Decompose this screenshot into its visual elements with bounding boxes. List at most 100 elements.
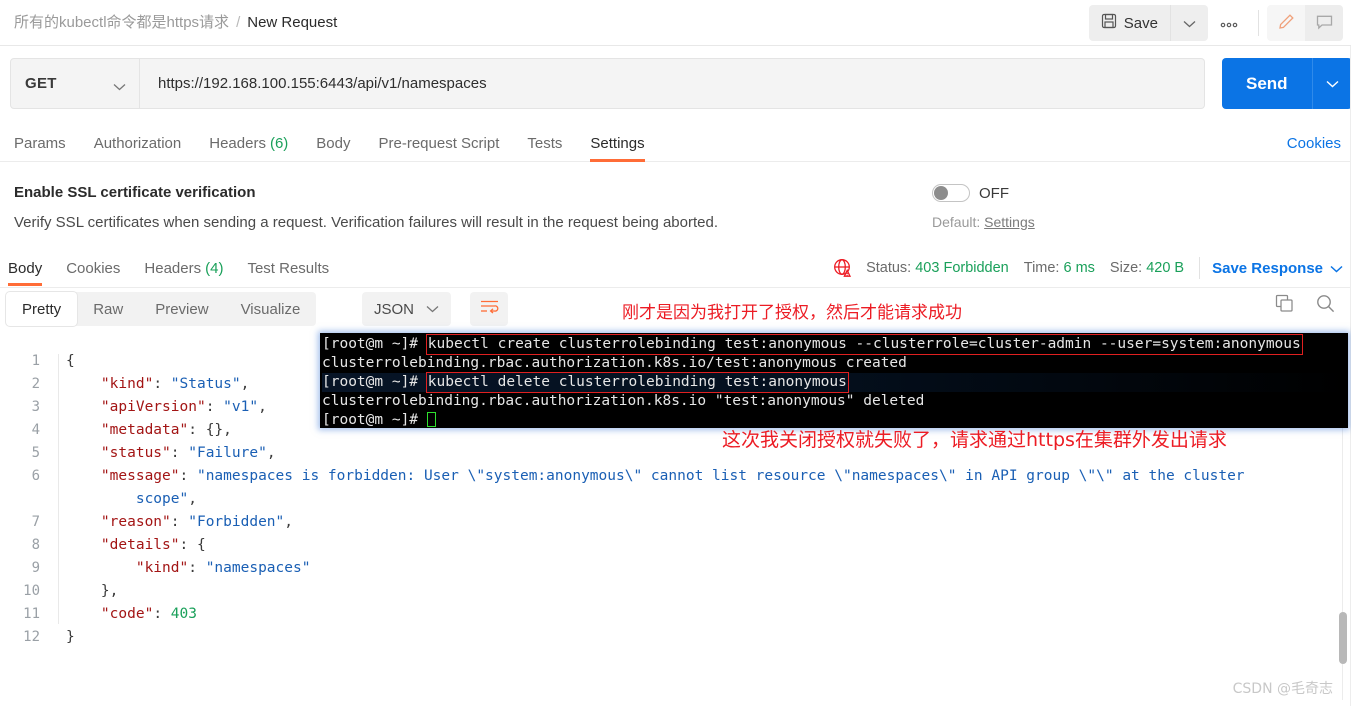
edit-request-button[interactable] bbox=[1267, 5, 1305, 41]
code-token: : bbox=[188, 422, 206, 438]
default-label: Default: bbox=[932, 214, 981, 230]
send-button[interactable]: Send bbox=[1222, 58, 1312, 109]
status-text: Status: 403 Forbidden bbox=[866, 260, 1009, 276]
terminal-line: clusterrolebinding.rbac.authorization.k8… bbox=[322, 392, 1348, 411]
code-token: "namespaces is forbidden: User \"system:… bbox=[196, 468, 1245, 484]
tab-pre-request-script[interactable]: Pre-request Script bbox=[365, 124, 514, 162]
save-response-button[interactable]: Save Response bbox=[1212, 260, 1343, 277]
code-token: : bbox=[170, 445, 189, 461]
response-tab-test-results[interactable]: Test Results bbox=[235, 248, 341, 288]
code-line: }, bbox=[66, 580, 1346, 603]
terminal-output: clusterrolebinding.rbac.authorization.k8… bbox=[322, 393, 925, 409]
tab-label: Settings bbox=[590, 134, 645, 152]
chevron-down-icon bbox=[1183, 16, 1196, 31]
save-button[interactable]: Save bbox=[1088, 5, 1170, 41]
code-token: "details" bbox=[100, 537, 180, 553]
code-token: "namespaces" bbox=[205, 560, 311, 576]
tab-params[interactable]: Params bbox=[0, 124, 80, 162]
code-line: scope", bbox=[66, 488, 1346, 511]
method-select[interactable]: GET bbox=[10, 58, 140, 109]
tab-label: Pre-request Script bbox=[378, 134, 500, 152]
line-number: 7 bbox=[31, 514, 40, 530]
response-tab-headers[interactable]: Headers (4) bbox=[132, 248, 235, 288]
code-token: "kind" bbox=[100, 376, 154, 392]
terminal-command-highlighted: kubectl delete clusterrolebinding test:a… bbox=[425, 372, 849, 393]
copy-button[interactable] bbox=[1275, 294, 1294, 318]
tab-label: Body bbox=[316, 134, 351, 152]
body-right-tools bbox=[1275, 294, 1335, 318]
view-mode-raw[interactable]: Raw bbox=[77, 292, 139, 326]
annotation-bottom: 这次我关闭授权就失败了，请求通过https在集群外发出请求 bbox=[722, 429, 1227, 451]
view-mode-preview[interactable]: Preview bbox=[139, 292, 224, 326]
top-bar-actions: Save bbox=[1088, 5, 1343, 41]
pencil-icon bbox=[1278, 13, 1295, 33]
line-number: 9 bbox=[31, 560, 40, 576]
code-token: : bbox=[153, 606, 171, 622]
breadcrumb-collection[interactable]: 所有的kubectl命令都是https请求 bbox=[14, 14, 229, 31]
size-text: Size: 420 B bbox=[1110, 260, 1184, 276]
code-token: , bbox=[266, 445, 276, 461]
tab-tests[interactable]: Tests bbox=[513, 124, 576, 162]
code-token: "apiVersion" bbox=[100, 399, 206, 415]
url-input[interactable]: https://192.168.100.155:6443/api/v1/name… bbox=[140, 58, 1205, 109]
time-label: Time: bbox=[1023, 260, 1060, 276]
tab-label: Authorization bbox=[93, 134, 182, 152]
meta-divider bbox=[1199, 257, 1201, 279]
tab-settings[interactable]: Settings bbox=[576, 124, 658, 162]
comment-icon bbox=[1316, 14, 1333, 33]
response-tab-label: Body bbox=[8, 259, 43, 277]
terminal-prompt: [root@m ~]# bbox=[322, 336, 427, 352]
url-bar-row: GET https://192.168.100.155:6443/api/v1/… bbox=[0, 46, 1351, 120]
default-settings-line: Default: Settings bbox=[932, 214, 1035, 230]
code-token: "Status" bbox=[170, 376, 241, 392]
chevron-down-icon bbox=[1326, 76, 1339, 91]
vertical-scrollbar-thumb[interactable] bbox=[1339, 612, 1347, 664]
response-tab-body[interactable]: Body bbox=[0, 248, 54, 288]
more-options-button[interactable] bbox=[1208, 5, 1250, 41]
ellipsis-icon bbox=[1219, 16, 1239, 31]
view-mode-pretty[interactable]: Pretty bbox=[6, 292, 78, 326]
code-token: "Forbidden" bbox=[188, 514, 285, 530]
code-token: scope" bbox=[135, 491, 189, 507]
comment-button[interactable] bbox=[1305, 5, 1343, 41]
code-line: "code": 403 bbox=[66, 603, 1346, 626]
terminal-line: clusterrolebinding.rbac.authorization.k8… bbox=[322, 354, 1348, 373]
terminal-cursor bbox=[426, 412, 436, 427]
tab-count: (6) bbox=[269, 134, 289, 152]
line-number: 12 bbox=[23, 629, 40, 645]
status-label: Status: bbox=[866, 260, 912, 276]
default-settings-link[interactable]: Settings bbox=[984, 214, 1035, 230]
method-label: GET bbox=[25, 75, 57, 92]
breadcrumb-request[interactable]: New Request bbox=[247, 14, 337, 31]
code-token: , bbox=[284, 514, 293, 530]
response-tab-label: Test Results bbox=[247, 259, 330, 277]
code-line: "details": { bbox=[66, 534, 1346, 557]
floppy-disk-icon bbox=[1101, 13, 1117, 33]
send-dropdown-button[interactable] bbox=[1311, 58, 1351, 109]
view-mode-visualize[interactable]: Visualize bbox=[225, 292, 317, 326]
toolbar-divider bbox=[1258, 10, 1259, 36]
code-token: : bbox=[179, 537, 197, 553]
globe-warning-icon[interactable] bbox=[833, 258, 853, 278]
tab-body[interactable]: Body bbox=[302, 124, 364, 162]
cookies-link[interactable]: Cookies bbox=[1287, 124, 1341, 162]
code-token: "kind" bbox=[135, 560, 189, 576]
code-token: "status" bbox=[100, 445, 171, 461]
save-button-label: Save bbox=[1123, 14, 1158, 32]
save-dropdown-button[interactable] bbox=[1170, 5, 1208, 41]
ssl-verification-toggle[interactable] bbox=[932, 184, 970, 202]
tab-authorization[interactable]: Authorization bbox=[80, 124, 196, 162]
terminal-output: clusterrolebinding.rbac.authorization.k8… bbox=[322, 355, 907, 371]
time-value: 6 ms bbox=[1063, 260, 1095, 276]
format-select[interactable]: JSON bbox=[362, 292, 452, 326]
word-wrap-button[interactable] bbox=[470, 292, 508, 326]
response-tab-cookies[interactable]: Cookies bbox=[54, 248, 132, 288]
search-button[interactable] bbox=[1316, 294, 1335, 318]
breadcrumb-separator: / bbox=[236, 14, 241, 31]
line-number: 8 bbox=[31, 537, 40, 553]
tab-headers[interactable]: Headers (6) bbox=[195, 124, 302, 162]
